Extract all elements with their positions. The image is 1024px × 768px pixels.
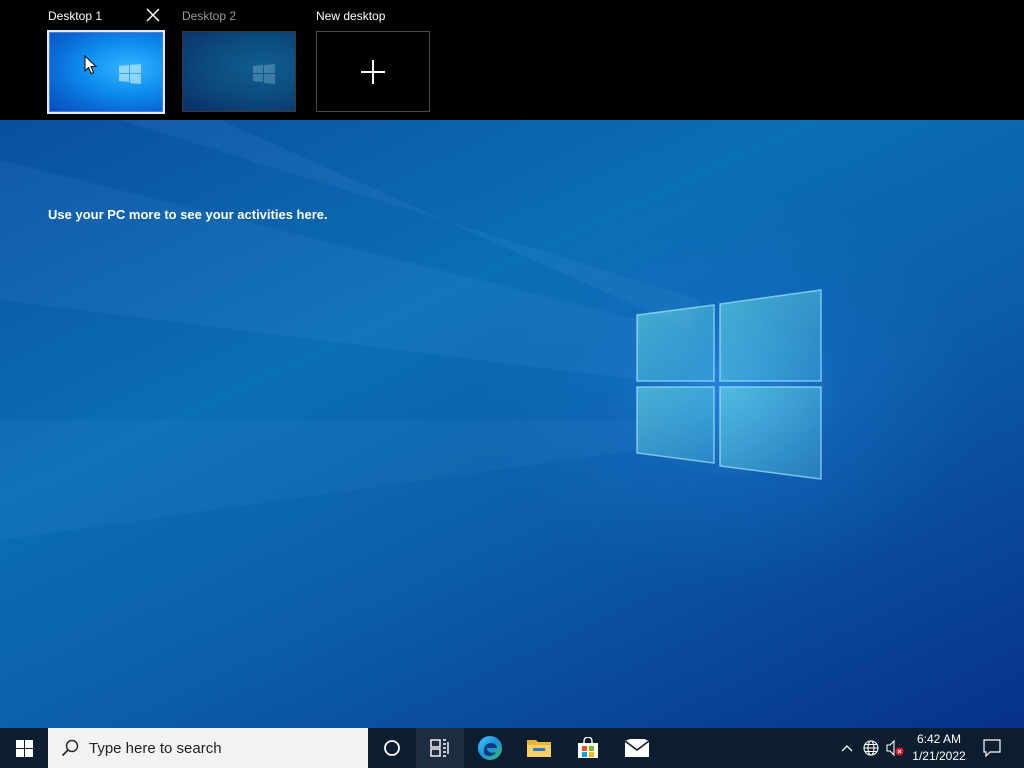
taskbar-clock[interactable]: 6:42 AM 1/21/2022 xyxy=(906,728,972,768)
windows-logo-icon xyxy=(119,64,141,84)
volume-button[interactable] xyxy=(884,728,906,768)
chevron-up-icon xyxy=(841,745,853,752)
mouse-cursor-icon xyxy=(84,55,98,75)
desktop-1-thumbnail[interactable] xyxy=(47,30,165,114)
file-explorer-taskbar-button[interactable] xyxy=(515,728,563,768)
new-desktop-button[interactable] xyxy=(316,31,430,112)
volume-muted-icon xyxy=(886,740,904,756)
start-icon xyxy=(15,739,33,757)
taskbar: Type here to search 6:42 AM 1/21/2022 xyxy=(0,728,1024,768)
windows-logo-icon xyxy=(636,289,822,480)
start-button[interactable] xyxy=(0,728,48,768)
clock-time: 6:42 AM xyxy=(916,732,962,746)
plus-icon xyxy=(361,59,385,84)
desktop-2-label: Desktop 2 xyxy=(182,9,237,23)
file-explorer-icon xyxy=(527,740,551,757)
desktop-2-thumbnail[interactable] xyxy=(182,31,296,112)
task-view-icon xyxy=(430,739,449,757)
close-desktop-icon[interactable] xyxy=(146,8,160,22)
taskbar-search-box[interactable]: Type here to search xyxy=(48,728,368,768)
network-icon xyxy=(863,740,879,756)
search-icon xyxy=(61,739,79,757)
show-hidden-icons-button[interactable] xyxy=(836,728,858,768)
edge-icon xyxy=(478,736,502,760)
desktop-1-label: Desktop 1 xyxy=(48,9,103,23)
timeline-empty-message: Use your PC more to see your activities … xyxy=(48,207,328,222)
cortana-icon xyxy=(384,740,400,756)
network-button[interactable] xyxy=(860,728,882,768)
task-view-button[interactable] xyxy=(416,728,464,768)
action-center-button[interactable] xyxy=(974,728,1010,768)
windows-logo-icon xyxy=(253,64,275,84)
store-taskbar-button[interactable] xyxy=(564,728,612,768)
notifications-icon xyxy=(983,739,1001,757)
edge-taskbar-button[interactable] xyxy=(466,728,514,768)
mail-icon xyxy=(625,739,649,757)
clock-date: 1/21/2022 xyxy=(912,749,966,763)
task-view-desktops-bar: Desktop 1 Desktop 2 New desktop xyxy=(0,0,1024,120)
mail-taskbar-button[interactable] xyxy=(613,728,661,768)
store-icon xyxy=(578,737,598,758)
search-placeholder: Type here to search xyxy=(89,739,222,757)
cortana-button[interactable] xyxy=(368,728,416,768)
desktop-wallpaper: Use your PC more to see your activities … xyxy=(0,120,1024,728)
new-desktop-label: New desktop xyxy=(316,9,386,23)
